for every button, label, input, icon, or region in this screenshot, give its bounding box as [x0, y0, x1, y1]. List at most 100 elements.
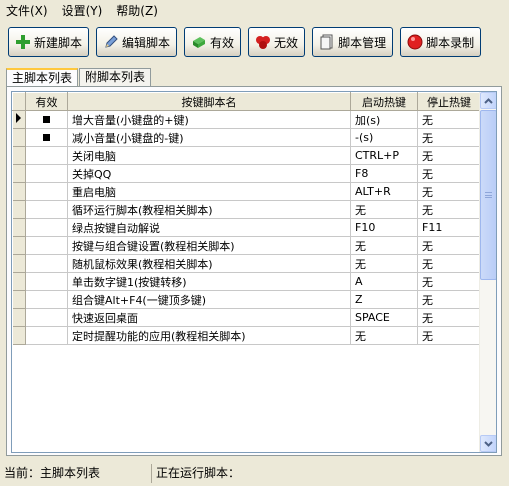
start-hotkey-cell[interactable]: F10 [350, 218, 418, 237]
stop-hotkey-cell[interactable]: 无 [417, 326, 481, 345]
enabled-cell[interactable] [25, 200, 68, 219]
row-indicator [12, 308, 26, 327]
scroll-thumb[interactable] [480, 110, 496, 280]
disable-icon [255, 34, 271, 50]
stop-hotkey-cell[interactable]: 无 [417, 254, 481, 273]
script-name-cell[interactable]: 关闭电脑 [67, 146, 351, 165]
tab-sub-script-list[interactable]: 附脚本列表 [79, 68, 152, 87]
menu-file[interactable]: 文件(X) [6, 2, 48, 19]
enabled-cell[interactable] [25, 308, 68, 327]
stop-hotkey-cell[interactable]: 无 [417, 146, 481, 165]
script-name-cell[interactable]: 按键与组合键设置(教程相关脚本) [67, 236, 351, 255]
script-name-cell[interactable]: 单击数字键1(按键转移) [67, 272, 351, 291]
row-indicator [12, 272, 26, 291]
stop-hotkey-cell[interactable]: 无 [417, 110, 481, 129]
script-manage-label: 脚本管理 [338, 35, 387, 50]
stop-hotkey-cell[interactable]: 无 [417, 200, 481, 219]
tab-main-script-list[interactable]: 主脚本列表 [6, 68, 79, 88]
enabled-cell[interactable] [25, 236, 68, 255]
enabled-marker-icon [43, 134, 50, 141]
header-indicator [12, 92, 26, 111]
edit-script-button[interactable]: 编辑脚本 [96, 27, 178, 57]
scroll-down-button[interactable] [480, 435, 496, 452]
start-hotkey-cell[interactable]: F8 [350, 164, 418, 183]
stop-hotkey-cell[interactable]: 无 [417, 128, 481, 147]
vertical-scrollbar[interactable] [479, 92, 496, 452]
header-start-hotkey[interactable]: 启动热键 [350, 92, 418, 111]
grip-icon [485, 192, 492, 198]
stop-hotkey-cell[interactable]: 无 [417, 308, 481, 327]
enabled-cell[interactable] [25, 326, 68, 345]
stop-hotkey-cell[interactable]: F11 [417, 218, 481, 237]
disable-button[interactable]: 无效 [248, 27, 306, 57]
table-row[interactable]: 定时提醒功能的应用(教程相关脚本) 无 无 [12, 326, 481, 345]
edit-script-label: 编辑脚本 [122, 35, 171, 50]
script-manage-button[interactable]: 脚本管理 [312, 27, 394, 57]
chevron-up-icon [484, 97, 493, 104]
start-hotkey-cell[interactable]: 无 [350, 200, 418, 219]
table-row[interactable]: 减小音量(小键盘的-键) -(s) 无 [12, 128, 481, 147]
enabled-cell[interactable] [25, 110, 68, 129]
menu-help[interactable]: 帮助(Z) [116, 2, 158, 19]
table-row[interactable]: 循环运行脚本(教程相关脚本) 无 无 [12, 200, 481, 219]
start-hotkey-cell[interactable]: 加(s) [350, 110, 418, 129]
enabled-cell[interactable] [25, 290, 68, 309]
header-stop-hotkey[interactable]: 停止热键 [417, 92, 481, 111]
table-row[interactable]: 关掉QQ F8 无 [12, 164, 481, 183]
status-bar: 当前：主脚本列表 正在运行脚本： [0, 461, 509, 486]
stop-hotkey-cell[interactable]: 无 [417, 290, 481, 309]
script-name-cell[interactable]: 绿点按键自动解说 [67, 218, 351, 237]
start-hotkey-cell[interactable]: 无 [350, 326, 418, 345]
script-name-cell[interactable]: 增大音量(小键盘的+键) [67, 110, 351, 129]
table-row[interactable]: 快速返回桌面 SPACE 无 [12, 308, 481, 327]
start-hotkey-cell[interactable]: CTRL+P [350, 146, 418, 165]
stop-hotkey-cell[interactable]: 无 [417, 182, 481, 201]
script-name-cell[interactable]: 关掉QQ [67, 164, 351, 183]
enable-button[interactable]: 有效 [184, 27, 242, 57]
stop-hotkey-cell[interactable]: 无 [417, 272, 481, 291]
script-name-cell[interactable]: 减小音量(小键盘的-键) [67, 128, 351, 147]
stop-hotkey-cell[interactable]: 无 [417, 236, 481, 255]
script-name-cell[interactable]: 随机鼠标效果(教程相关脚本) [67, 254, 351, 273]
enabled-cell[interactable] [25, 164, 68, 183]
table-row[interactable]: 组合键Alt+F4(一键顶多键) Z 无 [12, 290, 481, 309]
table-row[interactable]: 单击数字键1(按键转移) A 无 [12, 272, 481, 291]
table-row[interactable]: 绿点按键自动解说 F10 F11 [12, 218, 481, 237]
script-record-button[interactable]: 脚本录制 [400, 27, 482, 57]
script-name-cell[interactable]: 组合键Alt+F4(一键顶多键) [67, 290, 351, 309]
menu-settings[interactable]: 设置(Y) [62, 2, 103, 19]
table-row[interactable]: 关闭电脑 CTRL+P 无 [12, 146, 481, 165]
enabled-cell[interactable] [25, 128, 68, 147]
add-icon [15, 34, 31, 50]
script-grid: 有效 按键脚本名 启动热键 停止热键 增大音量(小键盘的+键) 加(s) 无 减… [11, 91, 497, 453]
start-hotkey-cell[interactable]: ALT+R [350, 182, 418, 201]
row-indicator [12, 236, 26, 255]
start-hotkey-cell[interactable]: SPACE [350, 308, 418, 327]
enabled-cell[interactable] [25, 272, 68, 291]
new-script-button[interactable]: 新建脚本 [8, 27, 90, 57]
enabled-cell[interactable] [25, 254, 68, 273]
table-row[interactable]: 增大音量(小键盘的+键) 加(s) 无 [12, 110, 481, 129]
header-script-name[interactable]: 按键脚本名 [67, 92, 351, 111]
stop-hotkey-cell[interactable]: 无 [417, 164, 481, 183]
enabled-cell[interactable] [25, 146, 68, 165]
start-hotkey-cell[interactable]: Z [350, 290, 418, 309]
enabled-cell[interactable] [25, 182, 68, 201]
start-hotkey-cell[interactable]: -(s) [350, 128, 418, 147]
start-hotkey-cell[interactable]: 无 [350, 236, 418, 255]
script-name-cell[interactable]: 定时提醒功能的应用(教程相关脚本) [67, 326, 351, 345]
script-name-cell[interactable]: 快速返回桌面 [67, 308, 351, 327]
script-name-cell[interactable]: 重启电脑 [67, 182, 351, 201]
header-enabled[interactable]: 有效 [25, 92, 68, 111]
table-row[interactable]: 重启电脑 ALT+R 无 [12, 182, 481, 201]
table-row[interactable]: 按键与组合键设置(教程相关脚本) 无 无 [12, 236, 481, 255]
enabled-cell[interactable] [25, 218, 68, 237]
status-current-list: 当前：主脚本列表 [0, 464, 152, 483]
menu-bar: 文件(X) 设置(Y) 帮助(Z) [0, 0, 509, 20]
start-hotkey-cell[interactable]: 无 [350, 254, 418, 273]
script-name-cell[interactable]: 循环运行脚本(教程相关脚本) [67, 200, 351, 219]
start-hotkey-cell[interactable]: A [350, 272, 418, 291]
enabled-marker-icon [43, 116, 50, 123]
table-row[interactable]: 随机鼠标效果(教程相关脚本) 无 无 [12, 254, 481, 273]
scroll-up-button[interactable] [480, 92, 496, 109]
